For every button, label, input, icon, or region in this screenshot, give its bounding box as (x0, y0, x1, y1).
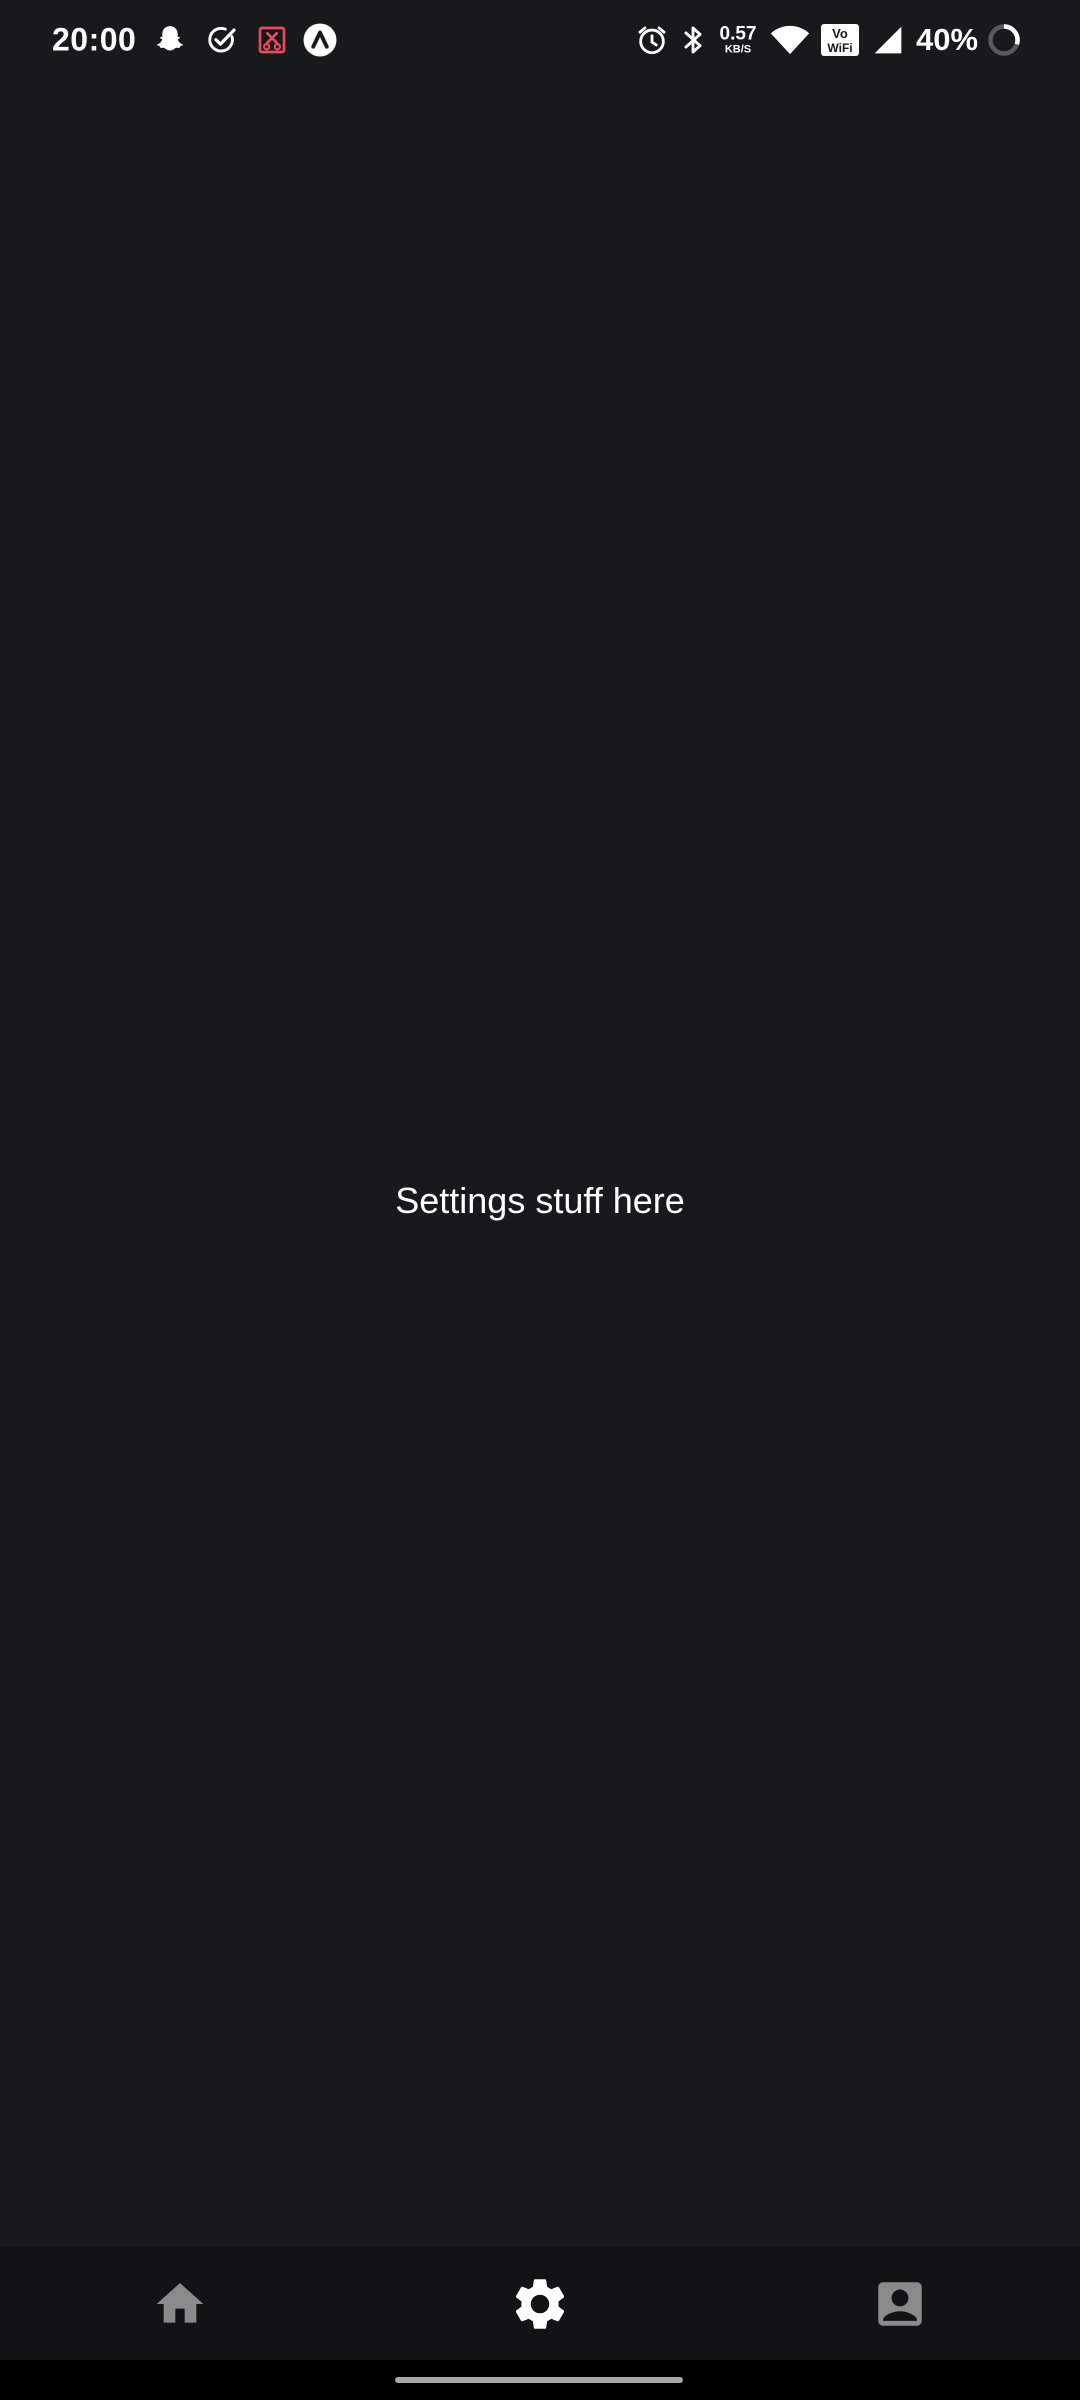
network-speed-unit: KB/S (724, 43, 752, 56)
status-time: 20:00 (52, 21, 137, 58)
status-bar: 20:00 0.57 KB/S Vo WiFi 40% (0, 0, 1080, 80)
contact-card-icon (878, 2281, 922, 2326)
gesture-handle[interactable] (395, 2377, 683, 2383)
arc-app-icon (300, 20, 340, 60)
vowifi-top-text: Vo (832, 26, 848, 41)
settings-placeholder-text: Settings stuff here (395, 1180, 685, 1221)
home-icon (156, 2282, 204, 2323)
gear-icon (515, 2278, 565, 2329)
network-speed: 0.57 KB/S (716, 25, 760, 56)
check-circle-icon (202, 20, 242, 60)
main-content: Settings stuff here (0, 80, 1080, 2245)
tab-home[interactable] (0, 2246, 360, 2361)
alarm-icon (632, 20, 672, 60)
network-speed-value: 0.57 (719, 23, 757, 45)
bluetooth-icon (678, 20, 708, 60)
snapchat-icon (150, 20, 190, 60)
tab-contact[interactable] (720, 2246, 1080, 2361)
screenshot-blocked-icon (252, 20, 292, 60)
tab-settings[interactable] (360, 2246, 720, 2361)
battery-ring-icon (984, 20, 1024, 60)
battery-percent: 40% (916, 22, 979, 57)
bottom-navigation (0, 2245, 1080, 2361)
wifi-icon (768, 20, 812, 60)
gesture-navigation-area (0, 2360, 1080, 2400)
vowifi-bottom-text: WiFi (827, 41, 852, 55)
cellular-signal-icon (870, 20, 906, 60)
vowifi-icon: Vo WiFi (820, 23, 860, 57)
app-screen: 20:00 0.57 KB/S Vo WiFi 40% Settings stu… (0, 0, 1080, 2400)
